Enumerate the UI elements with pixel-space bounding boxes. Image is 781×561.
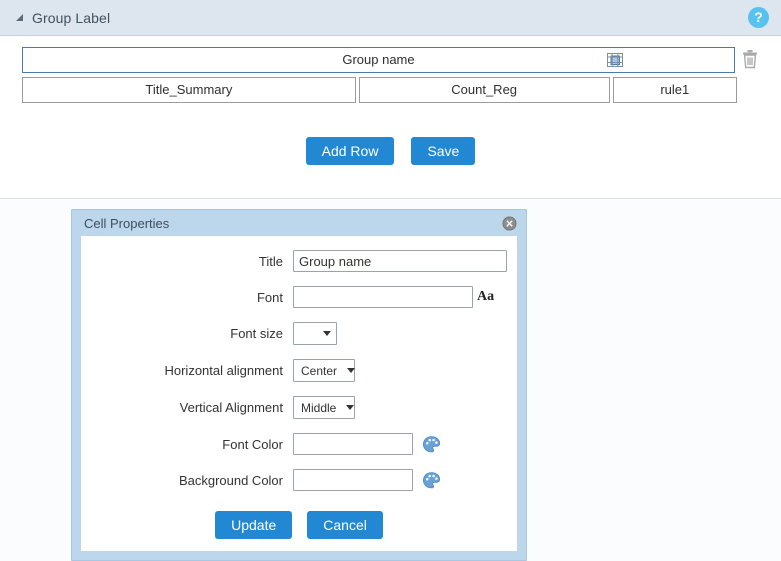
table-row: Group name — [22, 47, 757, 73]
font-color-input[interactable] — [293, 433, 413, 455]
table-row: Title_Summary Count_Reg rule1 — [22, 77, 737, 103]
cancel-button[interactable]: Cancel — [307, 511, 383, 539]
title-label: Title — [258, 253, 283, 269]
panel-header: Group Label ? — [0, 0, 781, 36]
vertical-alignment-select[interactable]: Middle — [293, 396, 355, 419]
chevron-down-icon — [347, 368, 356, 373]
form-row-font: Font Aa — [81, 286, 517, 308]
dialog-title: Cell Properties — [84, 215, 170, 231]
panel-body: Group name Title_Summary Count_Reg rule1… — [0, 36, 781, 199]
grid-cell-title-summary[interactable]: Title_Summary — [22, 77, 356, 103]
cell-properties-dialog: Cell Properties Title Font Aa Font size — [71, 209, 527, 561]
background-color-label: Background Color — [178, 472, 283, 488]
help-icon[interactable]: ? — [748, 7, 769, 28]
chevron-down-icon — [346, 405, 355, 410]
form-row-font-size: Font size — [81, 322, 517, 345]
font-color-palette-icon[interactable] — [422, 435, 441, 454]
grid-cell-group-name[interactable]: Group name — [22, 47, 735, 73]
horizontal-alignment-label: Horizontal alignment — [164, 363, 283, 378]
background-color-input[interactable] — [293, 469, 413, 491]
group-label-grid: Group name Title_Summary Count_Reg rule1 — [22, 47, 757, 107]
form-row-title: Title — [81, 250, 517, 272]
chevron-down-icon — [323, 331, 331, 336]
form-row-background-color: Background Color — [81, 469, 517, 491]
cell-split-icon[interactable] — [607, 52, 624, 69]
form-row-vertical-alignment: Vertical Alignment Middle — [81, 396, 517, 419]
add-row-button[interactable]: Add Row — [305, 137, 395, 165]
dialog-header[interactable]: Cell Properties — [72, 210, 526, 236]
dialog-action-buttons: Update Cancel — [81, 511, 517, 539]
title-input[interactable] — [293, 250, 507, 272]
group-label-panel: Group Label ? Group name Title_Summary C… — [0, 0, 781, 200]
font-size-label: Font size — [230, 326, 283, 341]
triangle-collapse-icon[interactable] — [16, 13, 23, 21]
vertical-alignment-value: Middle — [301, 400, 337, 415]
horizontal-alignment-select[interactable]: Center — [293, 359, 356, 382]
background-color-palette-icon[interactable] — [422, 471, 441, 490]
grid-cell-count-reg[interactable]: Count_Reg — [358, 77, 610, 103]
trash-icon[interactable] — [740, 49, 760, 71]
save-button[interactable]: Save — [411, 137, 476, 165]
page-title: Group Label — [32, 9, 111, 26]
close-icon[interactable] — [502, 216, 517, 231]
panel-action-buttons: Add Row Save — [0, 137, 781, 165]
vertical-alignment-label: Vertical Alignment — [179, 400, 283, 415]
horizontal-alignment-value: Center — [301, 363, 338, 378]
font-size-select[interactable] — [293, 322, 337, 345]
font-label: Font — [256, 289, 283, 305]
font-input[interactable] — [293, 286, 473, 308]
font-color-label: Font Color — [222, 436, 283, 452]
update-button[interactable]: Update — [215, 511, 293, 539]
form-row-font-color: Font Color — [81, 433, 517, 455]
dialog-body: Title Font Aa Font size Horizontal align… — [81, 236, 517, 551]
grid-cell-rule1[interactable]: rule1 — [612, 77, 737, 103]
font-picker-icon[interactable]: Aa — [477, 290, 494, 304]
form-row-horizontal-alignment: Horizontal alignment Center — [81, 359, 517, 382]
